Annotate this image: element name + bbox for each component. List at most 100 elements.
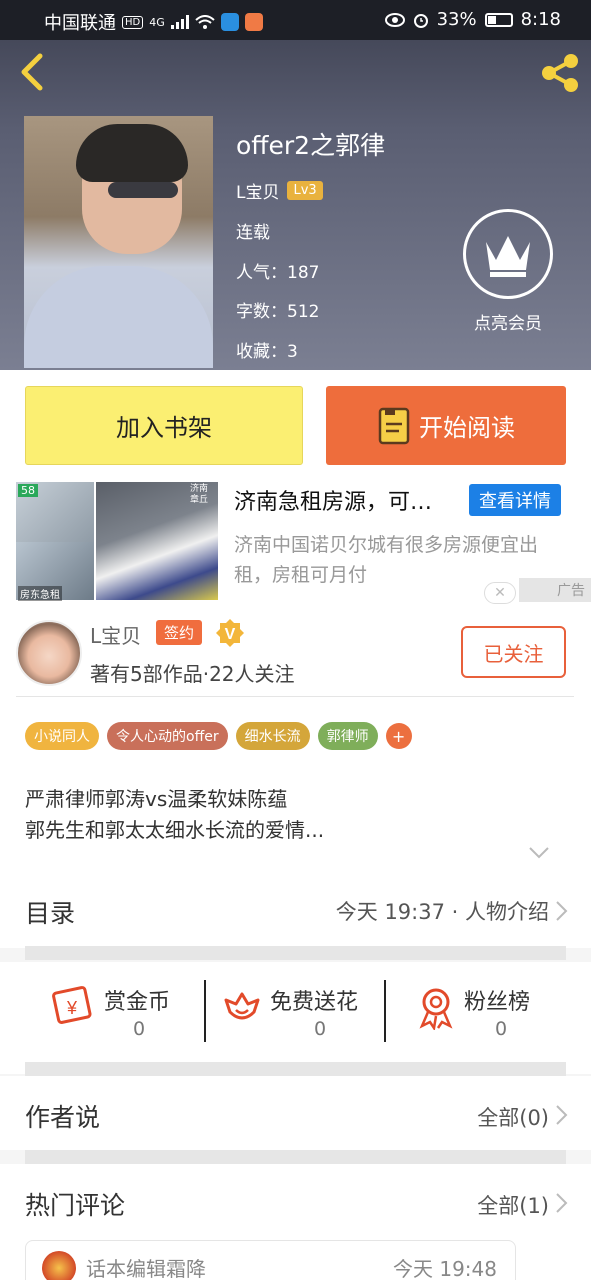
gift-count: 0 xyxy=(133,1018,146,1040)
app-notification-icon-2 xyxy=(244,13,263,31)
section-divider xyxy=(25,1150,566,1164)
words-value: 512 xyxy=(287,302,320,322)
tag-item[interactable]: 细水长流 xyxy=(235,722,310,750)
tag-item[interactable]: 小说同人 xyxy=(25,722,99,750)
ad-details-button[interactable]: 查看详情 xyxy=(469,484,561,516)
follow-button[interactable]: 已关注 xyxy=(461,626,566,678)
flower-icon[interactable] xyxy=(220,988,264,1032)
coin-icon[interactable]: ¥ xyxy=(50,984,94,1028)
medal-icon[interactable] xyxy=(414,986,458,1030)
popularity-label: 人气： xyxy=(236,263,287,283)
add-to-shelf-button[interactable]: 加入书架 xyxy=(25,386,303,465)
tag-list: 小说同人 令人心动的offer 细水长流 郭律师 + xyxy=(25,722,412,750)
ad-mark-text: 广告 xyxy=(557,583,585,599)
chevron-down-icon[interactable] xyxy=(528,846,550,860)
section-divider xyxy=(25,946,566,960)
author-works: 著有5部作品·22人关注 xyxy=(90,662,295,686)
chevron-right-icon xyxy=(556,1193,568,1213)
toc-latest: 今天 19:37 · 人物介绍 xyxy=(335,900,549,924)
action-bar: 加入书架 开始阅读 xyxy=(0,370,591,482)
start-reading-label: 开始阅读 xyxy=(419,414,515,442)
favorites-stat: 收藏：3 xyxy=(236,337,298,362)
divider xyxy=(16,696,574,697)
chevron-right-icon xyxy=(556,901,568,921)
author-card: L宝贝 签约 V 著有5部作品·22人关注 已关注 xyxy=(0,608,591,702)
author-name[interactable]: L宝贝 xyxy=(236,178,279,203)
ad-title[interactable]: 济南急租房源，可… xyxy=(234,484,432,516)
gift-divider xyxy=(204,980,206,1042)
section-divider xyxy=(25,1062,566,1076)
favorites-label: 收藏： xyxy=(236,342,287,362)
comment-item[interactable]: 话本编辑霜降 今天 19:48 xyxy=(25,1240,516,1280)
words-label: 字数： xyxy=(236,302,287,322)
author-avatar[interactable] xyxy=(16,620,82,686)
ad-58-logo: 58 xyxy=(18,484,38,497)
ad-close-icon[interactable]: ✕ xyxy=(484,582,516,604)
gift-title[interactable]: 粉丝榜 xyxy=(464,984,530,1016)
wifi-icon xyxy=(195,15,215,29)
vip-label[interactable]: 点亮会员 xyxy=(460,309,556,334)
serial-status: 连载 xyxy=(236,223,270,243)
word-count-stat: 字数：512 xyxy=(236,297,319,322)
toc-title: 目录 xyxy=(25,899,76,928)
popularity-stat: 人气：187 xyxy=(236,258,319,283)
app-notification-icon xyxy=(220,13,239,31)
author-says-title: 作者说 xyxy=(25,1103,101,1132)
eye-icon xyxy=(384,12,405,27)
back-arrow-icon[interactable] xyxy=(14,52,54,92)
intro-line-1: 严肃律师郭涛vs温柔软妹陈蕴 xyxy=(25,787,288,811)
author-says-row[interactable]: 作者说 全部(0) xyxy=(0,1076,591,1150)
book-title: offer2之郭律 xyxy=(236,131,386,160)
share-icon[interactable] xyxy=(537,50,583,96)
commenter-avatar[interactable] xyxy=(42,1251,76,1280)
comment-time: 今天 19:48 xyxy=(393,1257,497,1280)
author-row[interactable]: L宝贝 Lv3 xyxy=(236,178,323,203)
signed-badge: 签约 xyxy=(156,620,203,645)
battery-percent: 33% xyxy=(436,9,477,30)
commenter-name[interactable]: 话本编辑霜降 xyxy=(86,1253,206,1280)
alarm-icon xyxy=(413,13,428,28)
carrier-label: 中国联通 xyxy=(44,13,116,34)
gift-title[interactable]: 免费送花 xyxy=(270,984,358,1016)
clock: 8:18 xyxy=(520,9,561,30)
gift-count: 0 xyxy=(495,1018,508,1040)
svg-text:V: V xyxy=(225,626,236,643)
more-tags-button[interactable]: + xyxy=(385,723,412,749)
network-label: 4G xyxy=(149,15,165,29)
hot-comments-title: 热门评论 xyxy=(25,1191,126,1220)
popularity-value: 187 xyxy=(287,263,320,283)
favorites-value: 3 xyxy=(287,342,298,362)
ad-image-tag: 房东急租 xyxy=(18,586,62,601)
verified-v-icon: V xyxy=(216,619,244,647)
chevron-right-icon xyxy=(556,1105,568,1125)
author-says-all: 全部(0) xyxy=(477,1106,549,1130)
gift-title[interactable]: 赏金币 xyxy=(104,984,170,1016)
tag-item[interactable]: 郭律师 xyxy=(317,722,378,750)
crown-icon xyxy=(486,236,530,277)
gift-row: ¥ 赏金币 0 免费送花 0 粉丝榜 0 xyxy=(0,962,591,1074)
ad-banner[interactable]: 58 房东急租 济南 章丘 济南急租房源，可… 查看详情 济南中国诺贝尔城有很多… xyxy=(0,482,591,608)
tag-item[interactable]: 令人心动的offer xyxy=(107,722,228,750)
tags-intro-section: 小说同人 令人心动的offer 细水长流 郭律师 + 严肃律师郭涛vs温柔软妹陈… xyxy=(0,702,591,872)
battery-icon xyxy=(484,12,513,27)
gift-divider xyxy=(384,980,386,1042)
vip-button[interactable] xyxy=(463,209,553,299)
svg-text:¥: ¥ xyxy=(66,998,78,1018)
hd-badge: HD xyxy=(122,15,144,29)
level-badge: Lv3 xyxy=(287,181,323,200)
book-icon xyxy=(378,407,410,444)
start-reading-button[interactable]: 开始阅读 xyxy=(326,386,566,465)
author-card-name[interactable]: L宝贝 xyxy=(90,620,141,649)
ad-label: 广告 xyxy=(519,578,591,602)
signal-icon xyxy=(170,15,189,29)
hot-comments-all: 全部(1) xyxy=(477,1194,549,1218)
gift-count: 0 xyxy=(314,1018,327,1040)
book-header: 中国联通 HD 4G 33% 8:18 offer2之郭律 L宝贝 Lv3 连载… xyxy=(0,0,591,370)
book-intro[interactable]: 严肃律师郭涛vs温柔软妹陈蕴 郭先生和郭太太细水长流的爱情... xyxy=(25,784,324,846)
intro-line-2: 郭先生和郭太太细水长流的爱情... xyxy=(25,818,325,842)
toc-row[interactable]: 目录 今天 19:37 · 人物介绍 xyxy=(0,872,591,948)
status-bar: 中国联通 HD 4G 33% 8:18 xyxy=(0,0,591,40)
book-cover[interactable] xyxy=(24,116,213,368)
ad-location-tag: 济南 章丘 xyxy=(190,484,209,505)
ad-description: 济南中国诺贝尔城有很多房源便宜出租，房租可月付 xyxy=(234,534,539,586)
